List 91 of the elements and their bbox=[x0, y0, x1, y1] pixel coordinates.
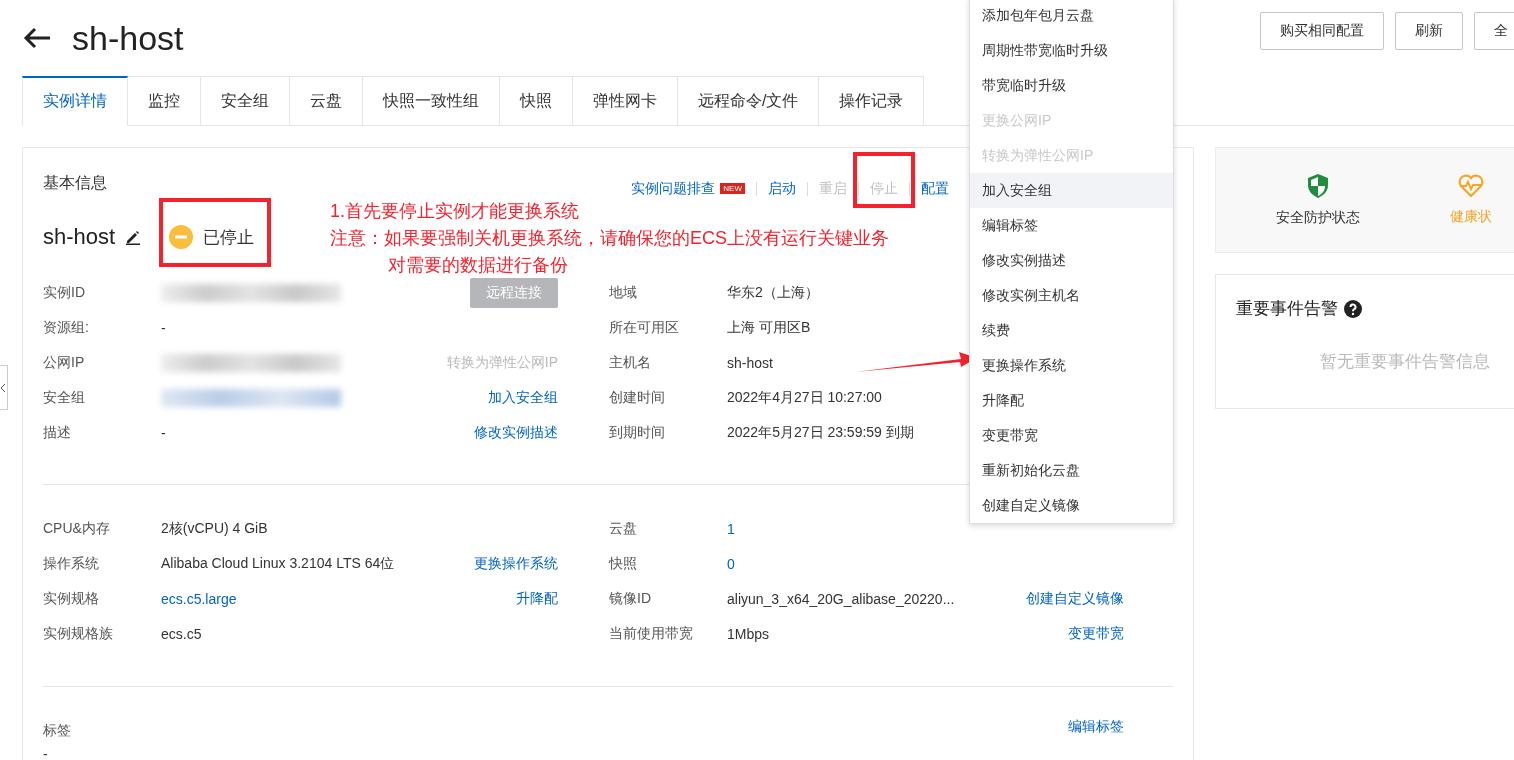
tab[interactable]: 快照 bbox=[500, 76, 573, 125]
field-value: - bbox=[43, 745, 49, 760]
menu-item[interactable]: 加入安全组 bbox=[970, 173, 1173, 208]
field-label: 创建时间 bbox=[609, 388, 666, 407]
value-link[interactable]: 0 bbox=[727, 555, 735, 572]
status-label: 健康状 bbox=[1450, 208, 1492, 226]
field-label: CPU&内存 bbox=[43, 519, 111, 538]
field-value: - bbox=[161, 319, 166, 336]
collapse-handle[interactable] bbox=[0, 365, 8, 410]
field-value: 1Mbps bbox=[727, 625, 770, 642]
field-label: 安全组 bbox=[43, 388, 86, 407]
action-link[interactable]: 启动 bbox=[768, 180, 796, 198]
field-value: 2022年5月27日 23:59:59 到期 bbox=[727, 423, 914, 442]
tab[interactable]: 弹性网卡 bbox=[573, 76, 678, 125]
header-button[interactable]: 全 bbox=[1474, 12, 1514, 50]
field-value: ecs.c5 bbox=[161, 625, 202, 642]
tab[interactable]: 安全组 bbox=[201, 76, 290, 125]
field-value: 2核(vCPU) 4 GiB bbox=[161, 519, 268, 538]
field-label: 公网IP bbox=[43, 353, 86, 372]
menu-item[interactable]: 更换操作系统 bbox=[970, 348, 1173, 383]
new-badge: NEW bbox=[720, 183, 745, 194]
shield-icon bbox=[1306, 173, 1330, 199]
field-label: 实例规格 bbox=[43, 589, 100, 608]
menu-item[interactable]: 变更带宽 bbox=[970, 418, 1173, 453]
tab[interactable]: 快照一致性组 bbox=[363, 76, 500, 125]
field-value: 华东2（上海） bbox=[727, 283, 819, 302]
field-label: 到期时间 bbox=[609, 423, 666, 442]
action-link[interactable]: 变更带宽 bbox=[1068, 624, 1124, 643]
tab[interactable]: 远程命令/文件 bbox=[678, 76, 820, 125]
menu-item[interactable]: 添加包年包月云盘 bbox=[970, 0, 1173, 33]
action-link[interactable]: 修改实例描述 bbox=[474, 423, 558, 442]
value-link[interactable]: 1 bbox=[727, 520, 735, 537]
field-value: 上海 可用区B bbox=[727, 318, 811, 337]
status-text: 已停止 bbox=[203, 226, 255, 249]
field-label: 操作系统 bbox=[43, 554, 100, 573]
action-link[interactable]: 编辑标签 bbox=[1068, 718, 1124, 760]
action-link[interactable]: 实例问题排查 $^{NEW}$ bbox=[631, 180, 745, 198]
menu-item[interactable]: 编辑标签 bbox=[970, 208, 1173, 243]
action-link[interactable]: 升降配 bbox=[516, 589, 558, 608]
action-link[interactable]: 创建自定义镜像 bbox=[1026, 589, 1124, 608]
page-title: sh-host bbox=[72, 18, 184, 58]
action-link[interactable]: 更换操作系统 bbox=[474, 554, 558, 573]
field-value: - bbox=[161, 424, 166, 441]
menu-item[interactable]: 创建自定义镜像 bbox=[970, 488, 1173, 523]
menu-item[interactable]: 修改实例主机名 bbox=[970, 278, 1173, 313]
field-label: 云盘 bbox=[609, 519, 638, 538]
tab[interactable]: 监控 bbox=[128, 76, 201, 125]
field-label: 镜像ID bbox=[609, 589, 652, 608]
annotation-text: 对需要的数据进行备份 bbox=[388, 254, 569, 277]
menu-item[interactable]: 带宽临时升级 bbox=[970, 68, 1173, 103]
field-label: 快照 bbox=[609, 554, 638, 573]
menu-item[interactable]: 升降配 bbox=[970, 383, 1173, 418]
field-value: sh-host bbox=[727, 354, 773, 371]
field-label: 实例规格族 bbox=[43, 624, 114, 643]
highlight-frame bbox=[853, 152, 915, 208]
back-arrow-icon[interactable] bbox=[22, 26, 52, 50]
field-value: Alibaba Cloud Linux 3.2104 LTS 64位 bbox=[161, 554, 395, 573]
heart-pulse-icon bbox=[1458, 174, 1484, 198]
header-button[interactable]: 购买相同配置 bbox=[1260, 12, 1384, 50]
annotation-text: 注意：如果要强制关机更换系统，请确保您的ECS上没有运行关键业务 bbox=[330, 227, 889, 250]
annotation-text: 1.首先要停止实例才能更换系统 bbox=[330, 200, 580, 223]
empty-message: 暂无重要事件告警信息 bbox=[1320, 351, 1491, 373]
tab[interactable]: 实例详情 bbox=[22, 76, 128, 126]
action-link[interactable]: 加入安全组 bbox=[488, 388, 558, 407]
status-icon bbox=[169, 225, 194, 249]
field-label: 所在可用区 bbox=[609, 318, 680, 337]
section-title: 基本信息 bbox=[43, 173, 107, 193]
menu-item[interactable]: 周期性带宽临时升级 bbox=[970, 33, 1173, 68]
tab[interactable]: 操作记录 bbox=[819, 76, 925, 125]
tab[interactable]: 云盘 bbox=[290, 76, 363, 125]
chevron-left-icon bbox=[0, 382, 6, 393]
field-value: aliyun_3_x64_20G_alibase_20220... bbox=[727, 590, 955, 607]
field-label: 当前使用带宽 bbox=[609, 624, 694, 643]
menu-item[interactable]: 续费 bbox=[970, 313, 1173, 348]
field-label: 资源组: bbox=[43, 318, 90, 337]
action-link[interactable]: 配置 bbox=[921, 180, 949, 198]
menu-item[interactable]: 修改实例描述 bbox=[970, 243, 1173, 278]
field-label: 地域 bbox=[609, 283, 638, 302]
instance-name: sh-host bbox=[43, 224, 116, 250]
field-label: 主机名 bbox=[609, 353, 652, 372]
alert-title: 重要事件告警 bbox=[1236, 298, 1338, 320]
menu-item[interactable]: 重新初始化云盘 bbox=[970, 453, 1173, 488]
edit-icon[interactable] bbox=[125, 229, 142, 245]
status-label: 安全防护状态 bbox=[1276, 209, 1360, 227]
help-icon[interactable] bbox=[1344, 299, 1362, 318]
field-value: 2022年4月27日 10:27:00 bbox=[727, 388, 882, 407]
header-button[interactable]: 刷新 bbox=[1395, 12, 1463, 50]
field-label: 实例ID bbox=[43, 283, 86, 302]
field-label: 标签 bbox=[43, 721, 72, 740]
field-label: 描述 bbox=[43, 423, 72, 442]
value-link[interactable]: ecs.c5.large bbox=[161, 590, 237, 607]
